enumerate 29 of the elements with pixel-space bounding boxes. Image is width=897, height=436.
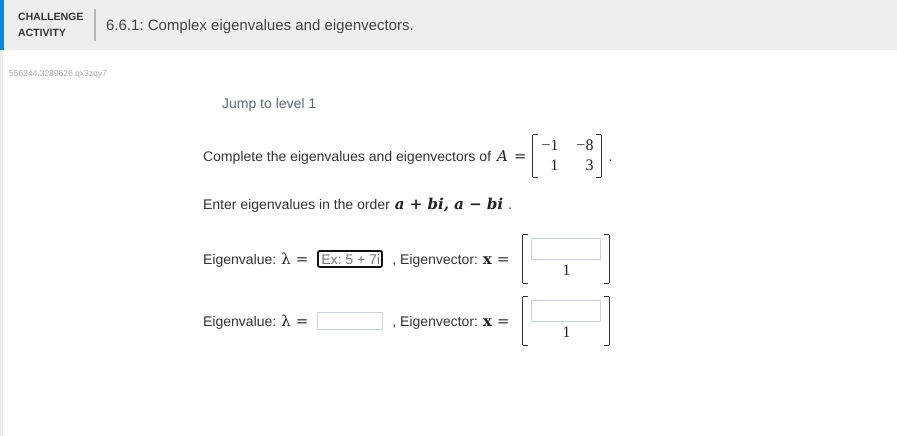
activity-code: 556244.3289626.qx3zqy7 bbox=[9, 67, 108, 78]
period: . bbox=[508, 196, 512, 212]
vector-symbol: x bbox=[482, 250, 492, 268]
vector-matrix: 1 bbox=[522, 297, 610, 345]
activity-title: 6.6.1: Complex eigenvalues and eigenvectors. bbox=[106, 16, 414, 34]
period: . bbox=[608, 148, 612, 164]
instruction-text: Enter eigenvalues in the order bbox=[203, 196, 390, 212]
eigenvalue-label: Eigenvalue: bbox=[203, 251, 276, 267]
vector-symbol: x bbox=[482, 312, 492, 330]
equals-sign: = bbox=[296, 312, 308, 330]
eigenvalue-field[interactable]: Ex: 5 + 7i bbox=[317, 250, 384, 268]
vector-entry-field[interactable] bbox=[531, 238, 602, 260]
lambda-symbol: λ bbox=[281, 312, 291, 330]
vector-entry-field[interactable] bbox=[531, 300, 602, 322]
eigenvector-label: , Eigenvector: bbox=[392, 313, 478, 329]
equals-sign: = bbox=[296, 250, 308, 268]
matrix-symbol: A bbox=[496, 147, 508, 165]
eigenvector-label: , Eigenvector: bbox=[392, 251, 478, 267]
jump-link[interactable]: Jump to level 1 bbox=[222, 95, 316, 111]
question-text: Complete the eigenvalues and eigenvectors of bbox=[203, 148, 491, 164]
lambda-symbol: λ bbox=[281, 250, 291, 268]
vector-matrix: 1 bbox=[522, 235, 610, 283]
math-expression: a + bi, a − bi bbox=[394, 195, 504, 213]
matrix: −1 −8 1 3 bbox=[532, 135, 602, 177]
eigenvalue-label: Eigenvalue: bbox=[203, 313, 276, 329]
equals-sign: = bbox=[496, 312, 510, 330]
equals-sign: = bbox=[514, 147, 526, 165]
activity-label: CHALLENGE ACTIVITY bbox=[17, 10, 84, 41]
equals-sign: = bbox=[496, 250, 510, 268]
